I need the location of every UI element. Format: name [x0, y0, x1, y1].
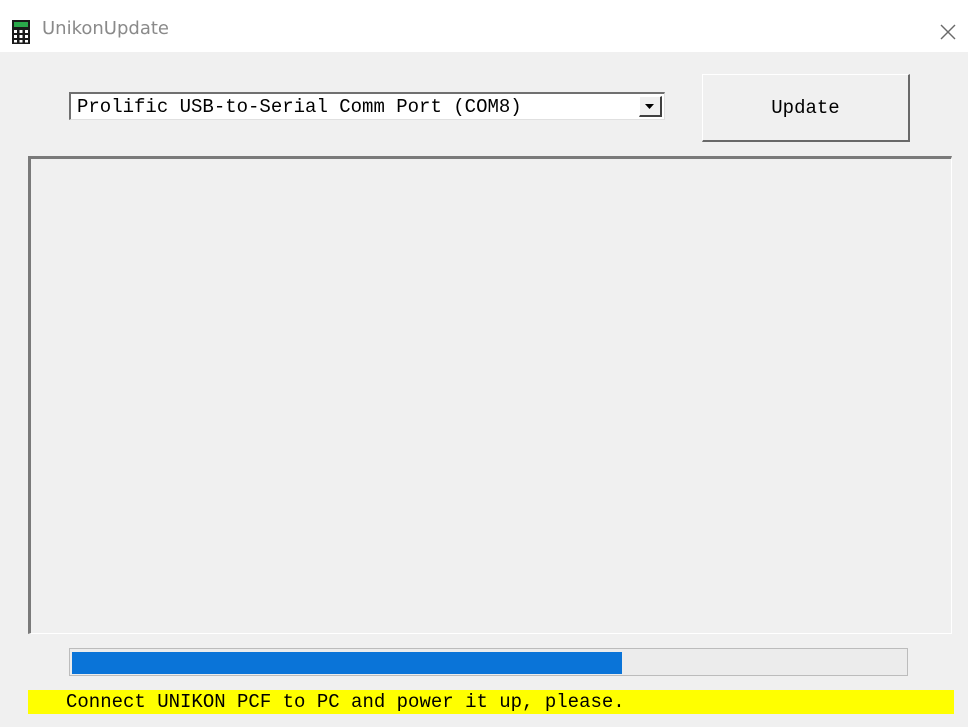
log-area: [28, 156, 952, 634]
status-bar: Connect UNIKON PCF to PC and power it up…: [28, 690, 954, 714]
chevron-down-icon: [645, 104, 654, 109]
close-button[interactable]: [930, 14, 966, 50]
com-port-selected-value: Prolific USB-to-Serial Comm Port (COM8): [77, 96, 522, 118]
progress-bar: [69, 648, 908, 676]
com-port-select[interactable]: Prolific USB-to-Serial Comm Port (COM8): [69, 92, 665, 120]
progress-fill: [72, 652, 622, 674]
title-bar: UnikonUpdate: [0, 0, 968, 52]
window-title: UnikonUpdate: [42, 18, 169, 39]
update-button[interactable]: Update: [702, 74, 910, 142]
close-icon: [940, 24, 956, 40]
dropdown-button[interactable]: [639, 96, 662, 117]
calculator-icon: [12, 20, 30, 44]
app-window: UnikonUpdate Prolific USB-to-Serial Comm…: [0, 0, 968, 727]
status-message: Connect UNIKON PCF to PC and power it up…: [66, 691, 625, 713]
